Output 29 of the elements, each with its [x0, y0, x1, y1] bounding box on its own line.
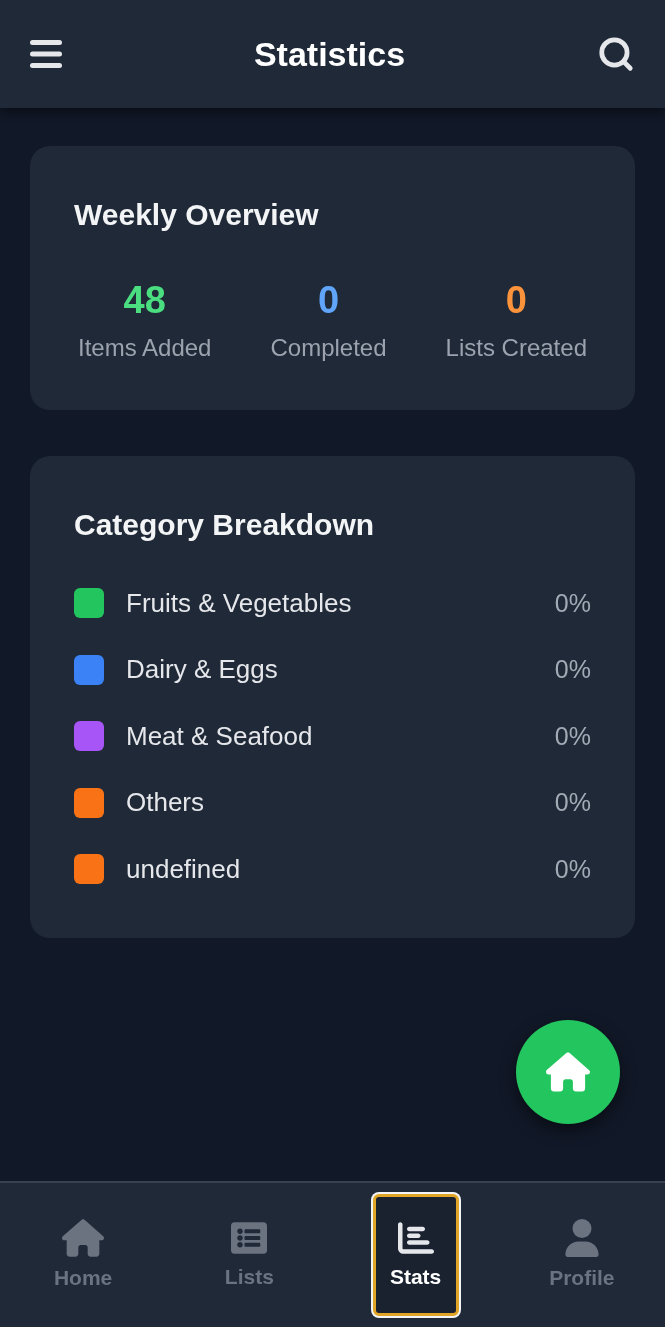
stat-value: 0 — [317, 278, 340, 323]
nav-tab[interactable]: Home — [40, 1194, 127, 1316]
nav-tab[interactable]: Lists — [206, 1194, 293, 1316]
stat-value: 48 — [123, 278, 166, 323]
house-icon — [62, 1219, 105, 1257]
category-name: Meat & Seafood — [126, 719, 313, 753]
category-percent: 0% — [554, 853, 591, 885]
menu-icon[interactable] — [30, 40, 62, 68]
nav-tab[interactable]: Profile — [538, 1194, 625, 1316]
search-icon[interactable] — [597, 35, 635, 73]
bar-chart-icon — [396, 1220, 435, 1256]
user-icon — [564, 1219, 599, 1257]
category-percent: 0% — [554, 787, 591, 818]
page-title: Statistics — [253, 33, 406, 75]
category-percent: 0% — [554, 720, 591, 752]
category-name: Dairy & Eggs — [126, 653, 278, 687]
card-title: Category Breakdown — [74, 507, 376, 543]
category-percent: 0% — [554, 654, 591, 685]
stat-value: 0 — [505, 278, 527, 323]
category-name: Fruits & Vegetables — [126, 586, 352, 620]
stat-label: Items Added — [78, 333, 212, 363]
category-name: undefined — [126, 852, 241, 886]
category-name: Others — [126, 786, 205, 820]
nav-tab[interactable]: Stats — [372, 1194, 459, 1316]
stat-label: Completed — [270, 333, 387, 363]
category-percent: 0% — [554, 587, 591, 619]
stat-label: Lists Created — [445, 333, 587, 363]
card-title: Weekly Overview — [74, 197, 320, 233]
house-icon — [546, 1052, 590, 1092]
